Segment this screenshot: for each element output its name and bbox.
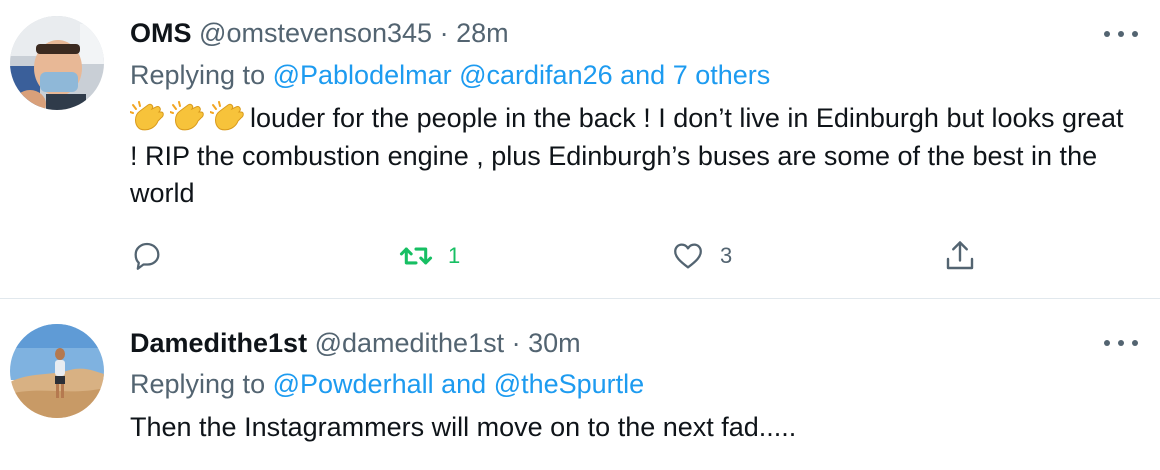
like-count: 3 — [720, 243, 733, 268]
avatar[interactable] — [10, 324, 104, 418]
timestamp[interactable]: 28m — [456, 18, 509, 48]
display-name[interactable]: Damedithe1st — [130, 328, 307, 358]
display-name[interactable]: OMS — [130, 18, 192, 48]
more-icon[interactable] — [1104, 24, 1138, 44]
tweet-feed: OMS @omstevenson345 · 28m Replying to @P… — [0, 0, 1160, 470]
like-icon — [674, 243, 702, 269]
share-button[interactable] — [942, 234, 978, 278]
tweet[interactable]: OMS @omstevenson345 · 28m Replying to @P… — [0, 0, 1160, 298]
share-icon — [946, 241, 974, 270]
more-icon[interactable] — [1104, 333, 1138, 353]
separator: · — [439, 18, 449, 48]
separator: · — [511, 328, 521, 358]
tweet-body: Then the Instagrammers will move on to t… — [130, 412, 797, 442]
and-link[interactable]: and — [441, 369, 486, 399]
timestamp[interactable]: 30m — [528, 328, 581, 358]
mention-link[interactable]: @theSpurtle — [494, 369, 645, 399]
retweet-count: 1 — [448, 243, 461, 268]
replying-prefix: Replying to — [130, 369, 266, 399]
tweet-text: Then the Instagrammers will move on to t… — [130, 409, 1130, 447]
clapping-hands-icon — [210, 101, 244, 131]
avatar[interactable] — [10, 16, 104, 110]
reply-button[interactable] — [130, 234, 164, 278]
clapping-hands-icon — [170, 101, 204, 131]
mention-link[interactable]: @Powderhall — [273, 369, 434, 399]
tweet-body: louder for the people in the back ! I do… — [130, 103, 1124, 208]
tweet-header: Damedithe1st @damedithe1st · 30m — [130, 326, 581, 360]
reply-icon — [134, 242, 160, 270]
replying-prefix: Replying to — [130, 60, 266, 90]
mention-link[interactable]: @cardifan26 — [459, 60, 613, 90]
retweet-button[interactable]: 1 — [398, 234, 460, 278]
handle[interactable]: @omstevenson345 — [199, 18, 432, 48]
mention-link[interactable]: @Pablodelmar — [273, 60, 452, 90]
tweet-header: OMS @omstevenson345 · 28m — [130, 16, 509, 50]
tweet[interactable]: Damedithe1st @damedithe1st · 30m Replyin… — [0, 299, 1160, 470]
retweet-icon — [399, 247, 433, 265]
replying-to: Replying to @Pablodelmar @cardifan26 and… — [130, 58, 770, 92]
tweet-actions: 1 3 — [0, 234, 1160, 278]
others-link[interactable]: and 7 others — [620, 60, 770, 90]
like-button[interactable]: 3 — [670, 234, 732, 278]
tweet-text: louder for the people in the back ! I do… — [130, 100, 1130, 213]
clapping-hands-icon — [130, 101, 164, 131]
handle[interactable]: @damedithe1st — [315, 328, 505, 358]
replying-to: Replying to @Powderhall and @theSpurtle — [130, 367, 644, 401]
